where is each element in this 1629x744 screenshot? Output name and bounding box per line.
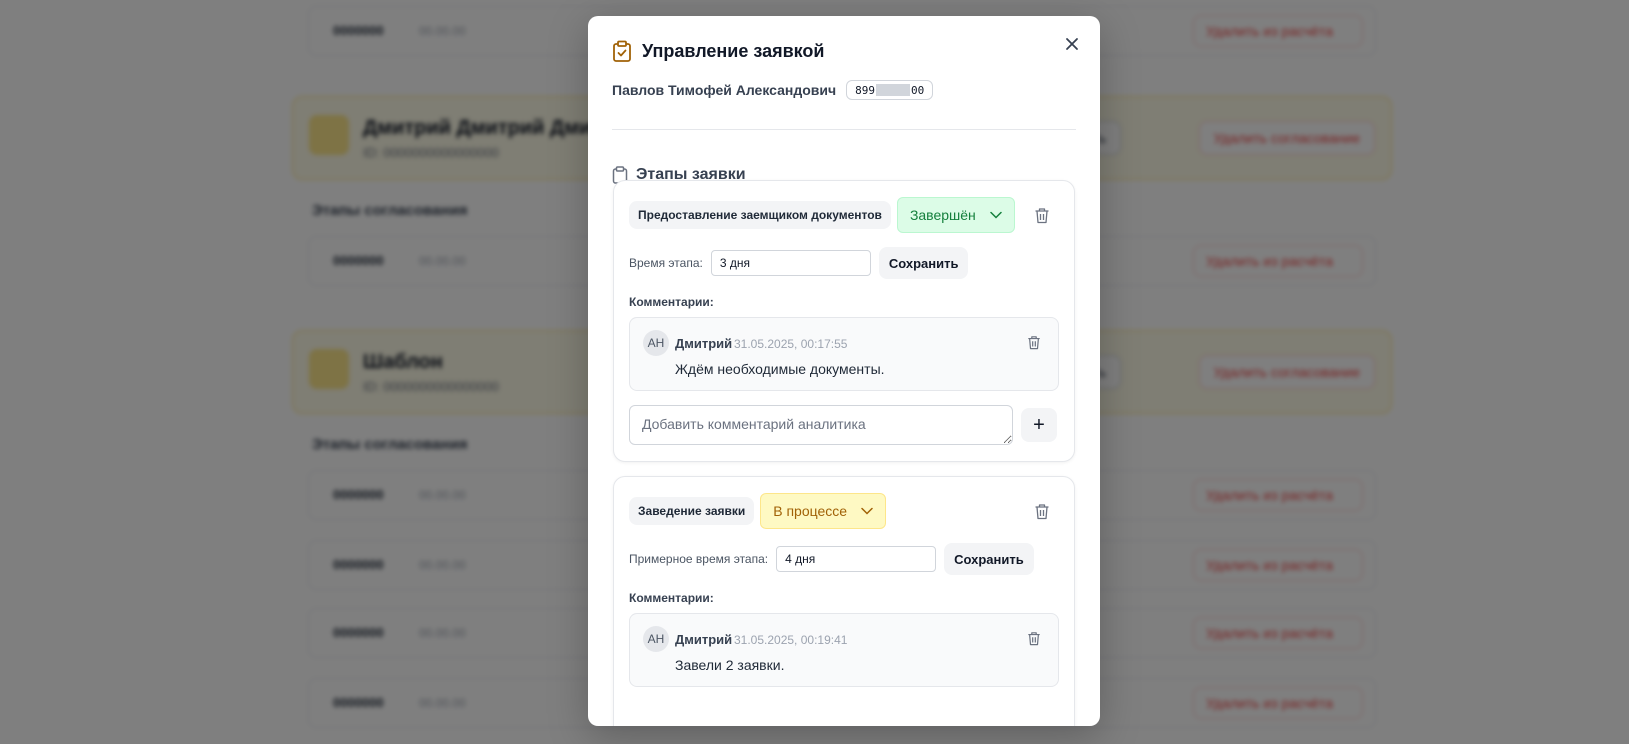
comment-date: 31.05.2025, 00:19:41 xyxy=(734,633,848,647)
stage-time-row: Примерное время этапа: Сохранить xyxy=(629,543,1034,575)
trash-icon xyxy=(1035,207,1049,223)
divider xyxy=(612,129,1076,130)
add-comment-row: + xyxy=(629,405,1057,445)
add-comment-button[interactable]: + xyxy=(1021,408,1057,442)
client-info: Павлов Тимофей Александович 899 00 xyxy=(612,80,1076,100)
comment-text: Завели 2 заявки. xyxy=(675,657,785,673)
chevron-down-icon xyxy=(990,211,1002,219)
stage-time-input[interactable] xyxy=(776,546,937,572)
manage-request-modal: Управление заявкой Павлов Тимофей Алекса… xyxy=(588,16,1100,726)
modal-title: Управление заявкой xyxy=(642,40,825,61)
time-label: Примерное время этапа: xyxy=(629,552,769,566)
masked-digits xyxy=(876,84,911,96)
time-label: Время этапа: xyxy=(629,256,703,270)
chevron-down-icon xyxy=(861,507,873,515)
status-select[interactable]: В процессе xyxy=(760,493,887,529)
trash-icon xyxy=(1028,631,1040,645)
save-time-button[interactable]: Сохранить xyxy=(944,543,1034,575)
delete-stage-button[interactable] xyxy=(1030,499,1054,523)
trash-icon xyxy=(1028,335,1040,349)
comment-date: 31.05.2025, 00:17:55 xyxy=(734,337,848,351)
delete-stage-button[interactable] xyxy=(1030,203,1054,227)
stage-card: Заведение заявки В процессе Примерное вр… xyxy=(613,476,1075,726)
comments-label: Комментарии: xyxy=(629,295,714,309)
avatar: АН xyxy=(643,330,669,356)
modal-header: Управление заявкой Павлов Тимофей Алекса… xyxy=(612,40,1076,100)
clipboard-check-icon xyxy=(613,40,631,62)
stage-card: Предоставление заемщиком документов Заве… xyxy=(613,180,1075,462)
comment-author: Дмитрий xyxy=(675,632,733,647)
stage-time-row: Время этапа: Сохранить xyxy=(629,247,969,279)
phone-number: 899 00 xyxy=(846,80,934,100)
status-value: В процессе xyxy=(773,503,848,519)
comment-author: Дмитрий xyxy=(675,336,733,351)
comment: АН Дмитрий 31.05.2025, 00:17:55 Ждём нео… xyxy=(629,317,1059,391)
save-time-button[interactable]: Сохранить xyxy=(878,247,969,279)
status-value: Завершён xyxy=(909,207,976,223)
client-name: Павлов Тимофей Александович xyxy=(612,82,837,98)
comment: АН Дмитрий 31.05.2025, 00:19:41 Завели 2… xyxy=(629,613,1059,687)
stage-name: Предоставление заемщиком документов xyxy=(629,201,891,229)
trash-icon xyxy=(1035,503,1049,519)
stage-name: Заведение заявки xyxy=(629,497,755,525)
delete-comment-button[interactable] xyxy=(1022,330,1046,354)
status-select[interactable]: Завершён xyxy=(896,197,1015,233)
plus-icon: + xyxy=(1033,413,1045,436)
comments-label: Комментарии: xyxy=(629,591,714,605)
comment-text: Ждём необходимые документы. xyxy=(675,361,885,377)
stage-time-input[interactable] xyxy=(710,250,871,276)
add-comment-input[interactable] xyxy=(629,405,1013,445)
delete-comment-button[interactable] xyxy=(1022,626,1046,650)
avatar: АН xyxy=(643,626,669,652)
